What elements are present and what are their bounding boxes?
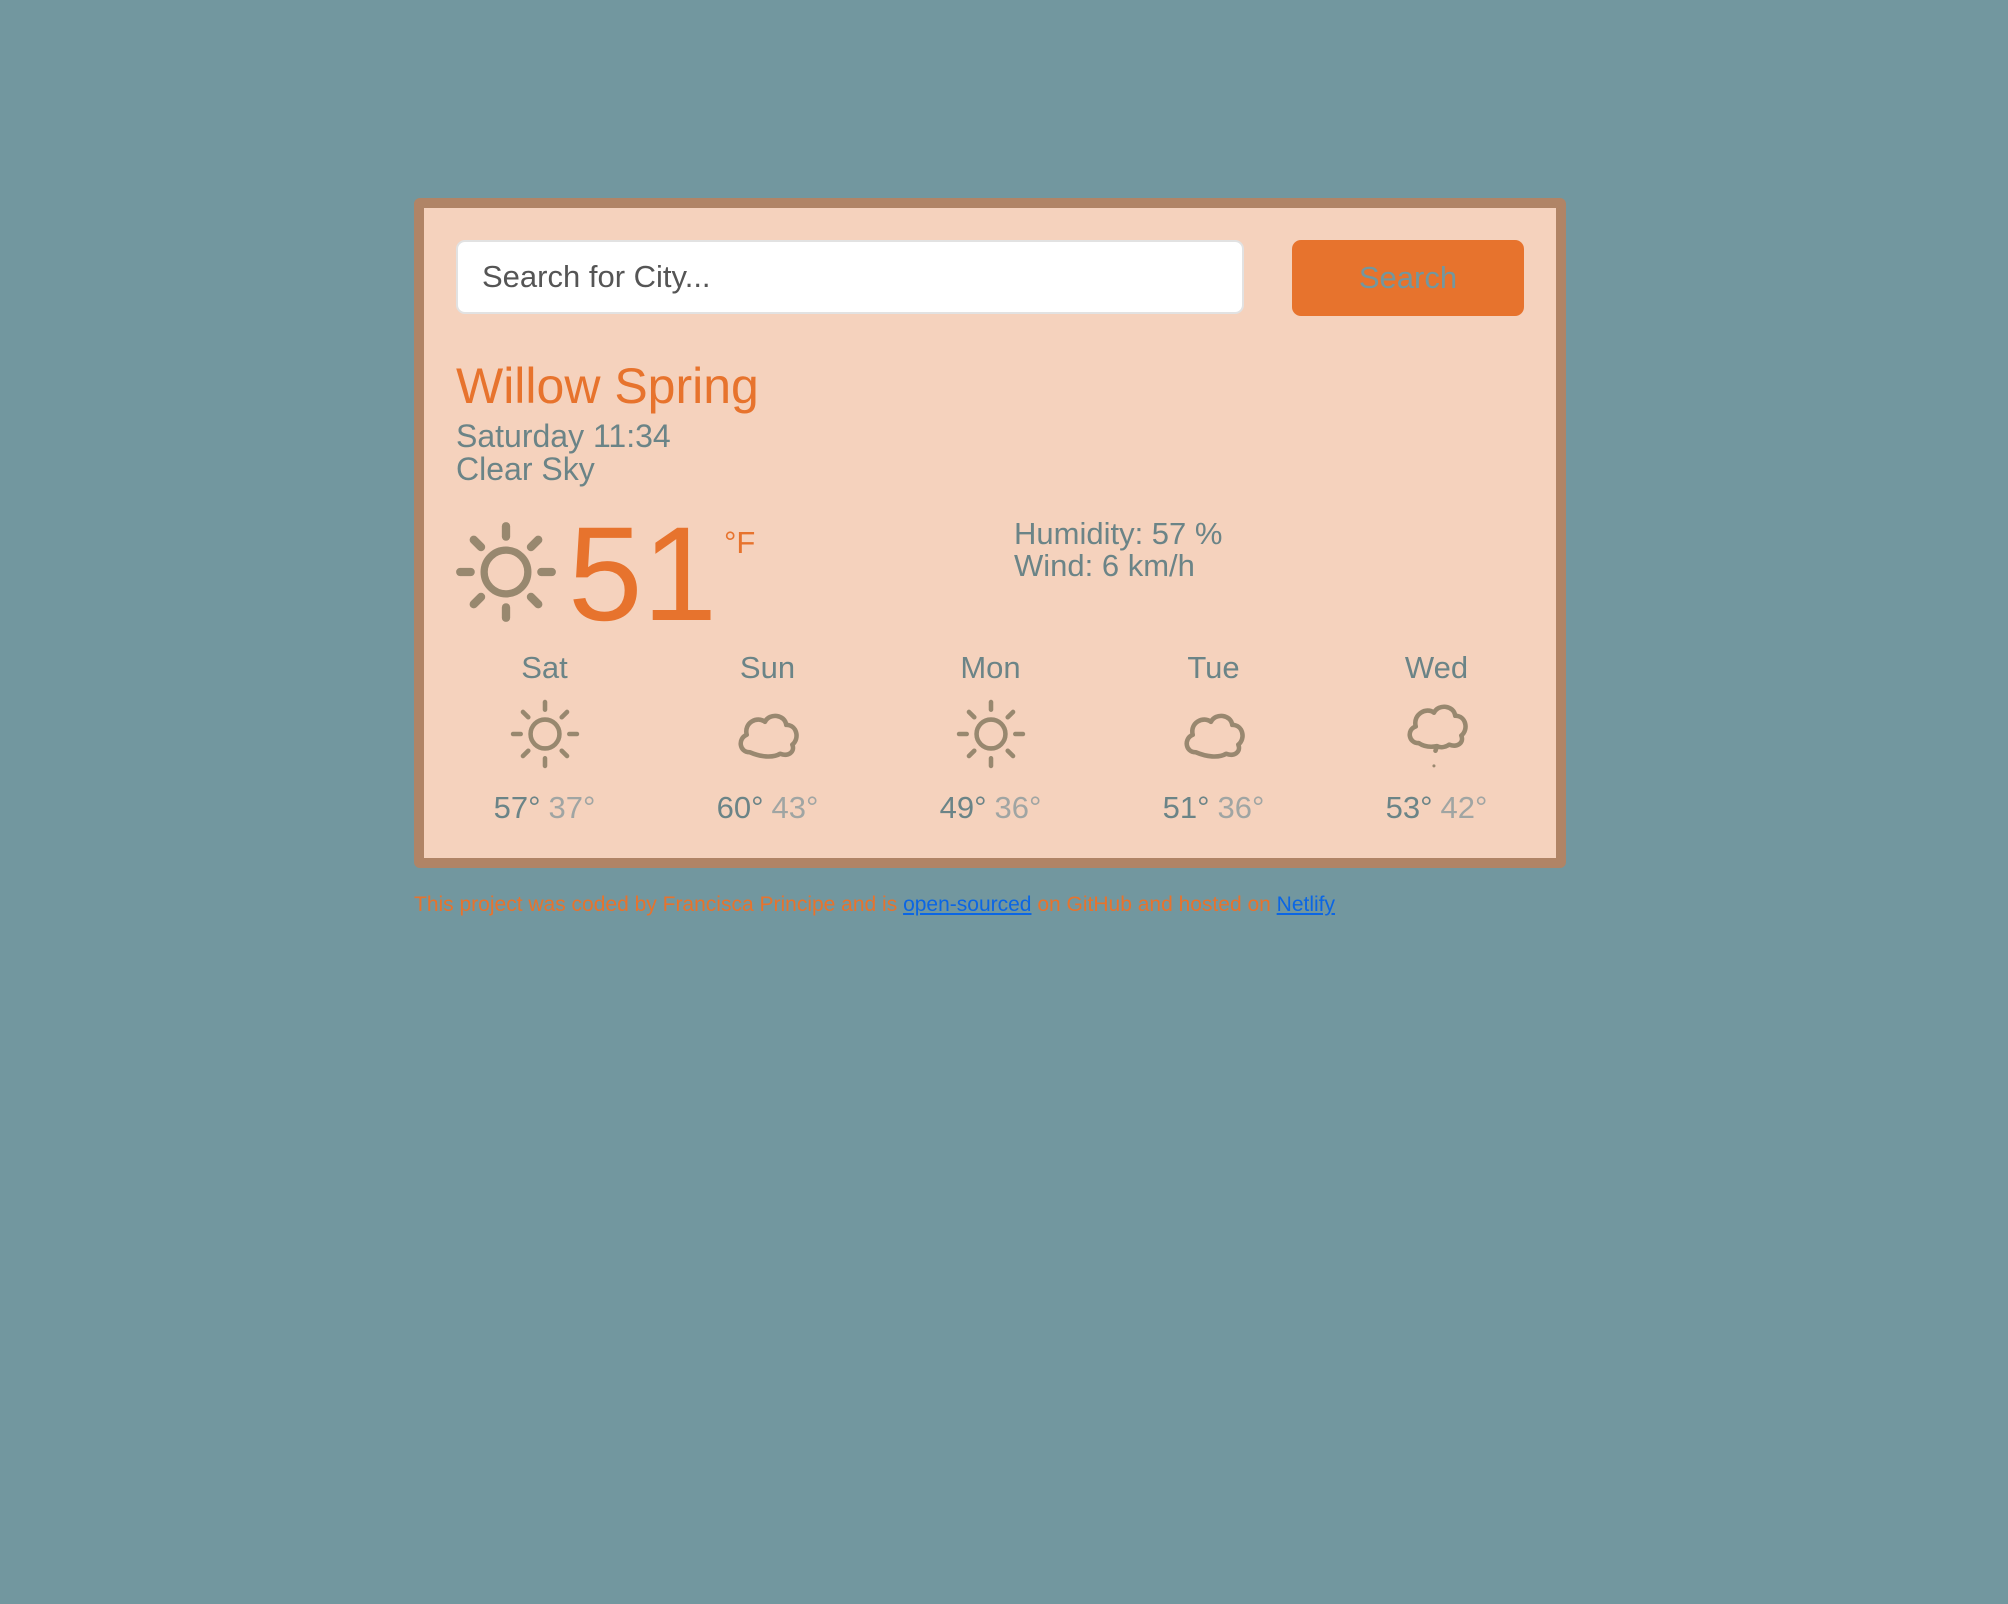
- forecast-day-name: Sun: [739, 650, 796, 685]
- forecast-day: Sun 60° 43°: [656, 650, 879, 826]
- forecast-max-temp: 60°: [716, 790, 764, 825]
- forecast-day-name: Mon: [960, 650, 1021, 685]
- search-button[interactable]: Search: [1292, 240, 1524, 316]
- sun-icon: [510, 699, 579, 769]
- open-sourced-link[interactable]: open-sourced: [903, 893, 1031, 916]
- temperature-unit[interactable]: °F: [724, 526, 755, 560]
- forecast-min-temp: 43°: [771, 790, 819, 825]
- forecast-list: Sat 57° 37° Sun 60° 43° Mon 49° 36° Tue …: [433, 650, 1549, 840]
- weather-card: Search Willow Spring Saturday 11:34 Clea…: [414, 198, 1566, 868]
- footer-text-middle: on GitHub and hosted on: [1031, 893, 1277, 916]
- forecast-max-temp: 51°: [1162, 790, 1210, 825]
- forecast-day: Mon 49° 36°: [879, 650, 1102, 826]
- forecast-day: Sat 57° 37°: [433, 650, 656, 826]
- forecast-day: Tue 51° 36°: [1102, 650, 1325, 826]
- city-name: Willow Spring: [456, 358, 759, 414]
- forecast-temperatures: 49° 36°: [879, 790, 1102, 826]
- forecast-temperatures: 53° 42°: [1325, 790, 1548, 826]
- forecast-min-temp: 36°: [1217, 790, 1265, 825]
- forecast-day-name: Sat: [521, 650, 568, 685]
- cloud-icon: [1184, 713, 1245, 759]
- forecast-day: Wed 53° 42°: [1325, 650, 1548, 826]
- weather-condition: Clear Sky: [456, 451, 595, 487]
- footer: This project was coded by Francisca Prin…: [414, 892, 1335, 918]
- forecast-temperatures: 57° 37°: [433, 790, 656, 826]
- forecast-temperatures: 51° 36°: [1102, 790, 1325, 826]
- city-search-input[interactable]: [456, 240, 1244, 314]
- forecast-temperatures: 60° 43°: [656, 790, 879, 826]
- forecast-max-temp: 57°: [493, 790, 541, 825]
- footer-text-before: This project was coded by Francisca Prin…: [414, 893, 904, 916]
- sun-icon: [456, 522, 556, 622]
- cloud-icon: [738, 713, 799, 759]
- sun-icon: [956, 699, 1025, 769]
- rain-cloud-icon: [1407, 704, 1468, 768]
- current-temperature: 51: [568, 500, 718, 649]
- current-datetime: Saturday 11:34: [456, 418, 671, 454]
- netlify-link[interactable]: Netlify: [1277, 893, 1335, 916]
- forecast-min-temp: 42°: [1440, 790, 1488, 825]
- humidity-value: Humidity: 57 %: [1014, 516, 1223, 551]
- forecast-day-name: Tue: [1187, 650, 1240, 685]
- forecast-max-temp: 49°: [939, 790, 987, 825]
- forecast-min-temp: 37°: [548, 790, 596, 825]
- forecast-day-name: Wed: [1404, 650, 1469, 685]
- forecast-max-temp: 53°: [1385, 790, 1433, 825]
- forecast-min-temp: 36°: [994, 790, 1042, 825]
- wind-value: Wind: 6 km/h: [1014, 548, 1195, 583]
